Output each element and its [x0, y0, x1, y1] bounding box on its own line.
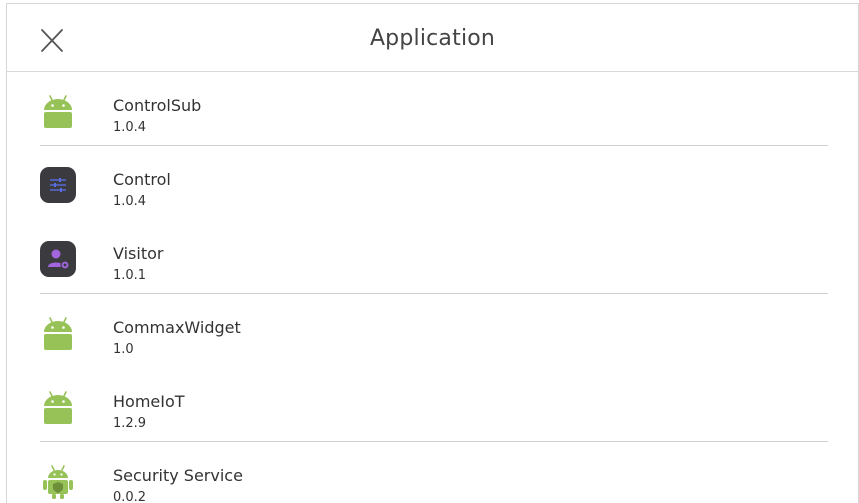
android-shield-icon: [43, 465, 73, 499]
page-title: Application: [369, 26, 496, 51]
app-version: 1.0: [113, 342, 134, 357]
app-window: Application ControlSub 1.0.4 Control 1.0…: [6, 3, 859, 503]
app-name: CommaxWidget: [113, 318, 241, 337]
visitor-icon: [40, 241, 76, 277]
app-name: Control: [113, 170, 171, 189]
android-icon: [44, 391, 72, 424]
app-version: 0.0.2: [113, 490, 147, 503]
app-version: 1.0.4: [113, 120, 147, 135]
app-name: Security Service: [113, 466, 243, 485]
app-name: Visitor: [113, 244, 164, 263]
app-item-controlsub[interactable]: ControlSub 1.0.4: [7, 72, 858, 146]
app-version: 1.0.4: [113, 194, 147, 209]
app-name: HomeIoT: [113, 392, 185, 411]
android-icon: [44, 95, 72, 128]
sliders-icon: [40, 167, 76, 203]
android-icon: [44, 317, 72, 350]
app-item-security-service[interactable]: Security Service 0.0.2: [7, 442, 858, 503]
app-name: ControlSub: [113, 96, 202, 115]
app-item-control[interactable]: Control 1.0.4: [7, 146, 858, 220]
app-item-homeiot[interactable]: HomeIoT 1.2.9: [7, 368, 858, 442]
header-bar: Application: [7, 4, 858, 72]
app-item-commaxwidget[interactable]: CommaxWidget 1.0: [7, 294, 858, 368]
app-item-visitor[interactable]: Visitor 1.0.1: [7, 220, 858, 294]
app-list: ControlSub 1.0.4 Control 1.0.4 Visitor 1…: [7, 72, 858, 503]
app-version: 1.0.1: [113, 268, 147, 283]
app-version: 1.2.9: [113, 416, 147, 431]
